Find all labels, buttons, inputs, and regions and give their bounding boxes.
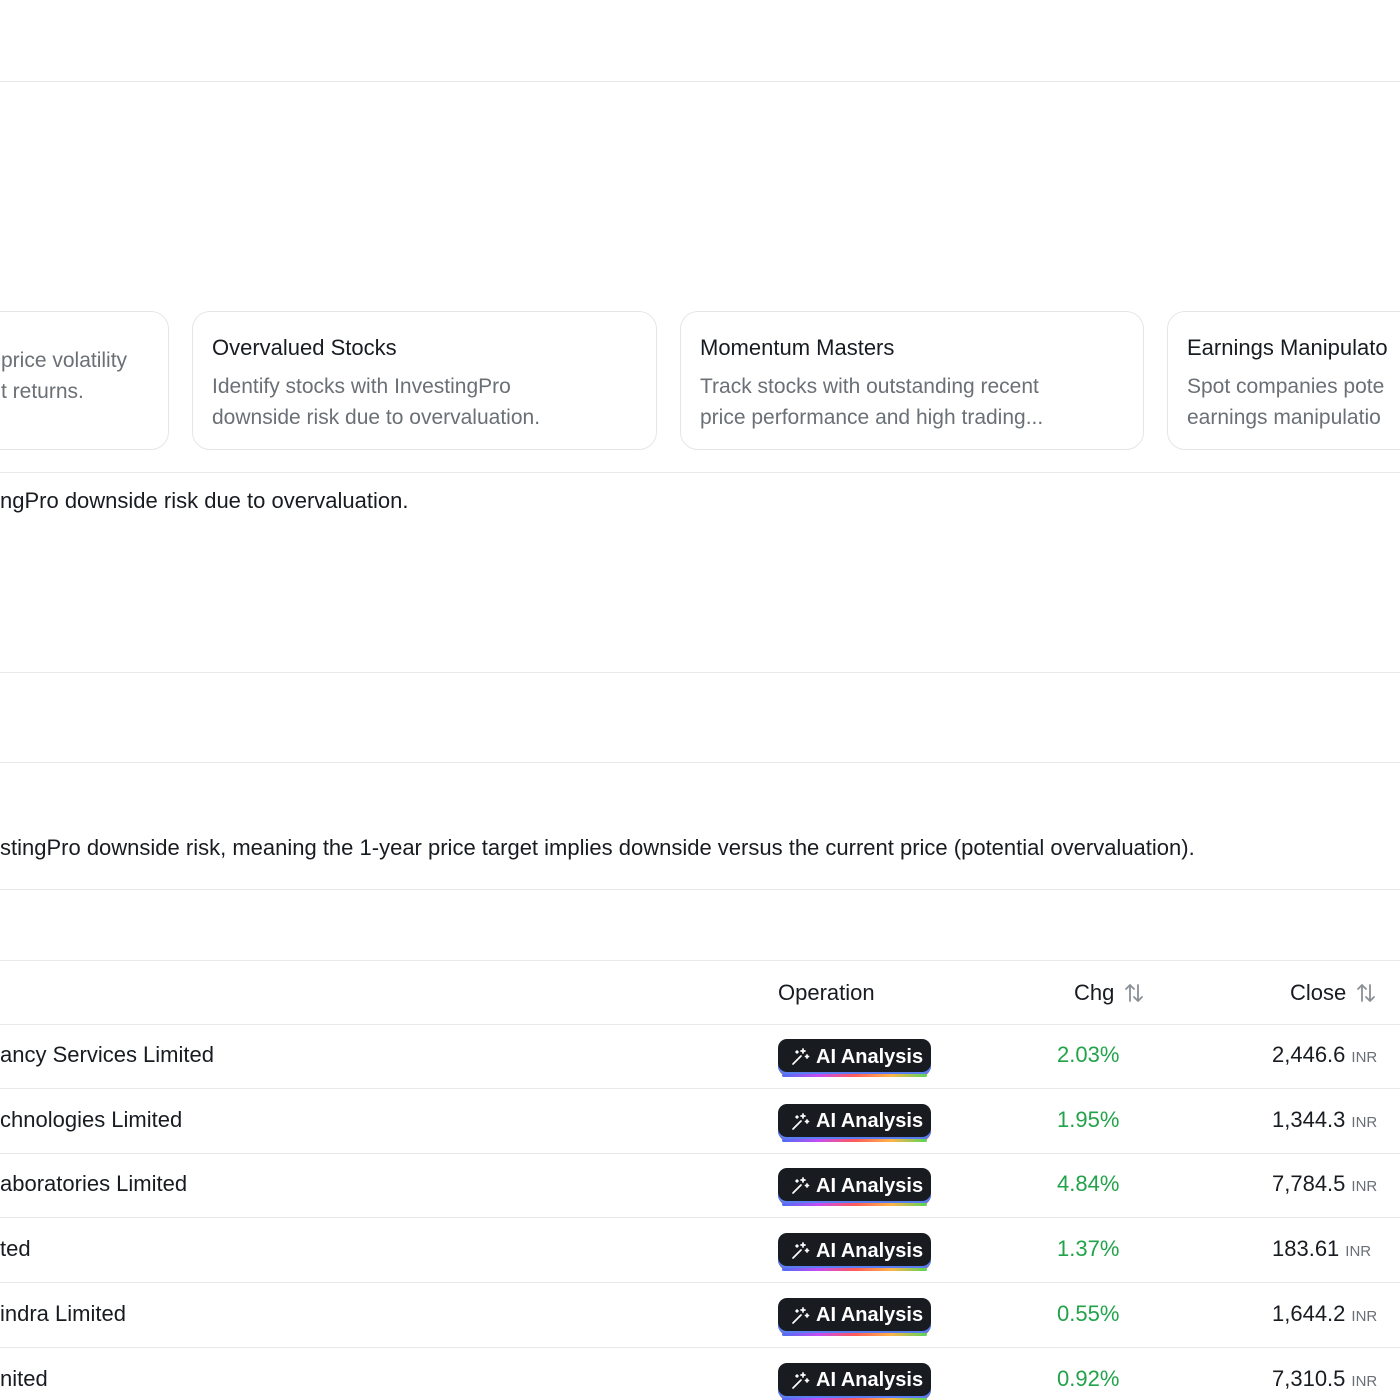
section-divider [0, 762, 1400, 763]
ai-analysis-button[interactable]: AI Analysis [778, 1103, 931, 1142]
close-price: 7,310.5 INR [1272, 1366, 1377, 1392]
close-price: 183.61 INR [1272, 1236, 1371, 1262]
card-description: Identify stocks with InvestingPro downsi… [212, 375, 541, 429]
sparkle-icon [792, 1306, 810, 1324]
table-top-border [0, 960, 1400, 961]
close-price: 1,644.2 INR [1272, 1301, 1377, 1327]
currency-label: INR [1351, 1307, 1378, 1325]
company-name[interactable]: nited [0, 1366, 48, 1392]
currency-label: INR [1351, 1178, 1378, 1196]
ai-analysis-label: AI Analysis [816, 1239, 924, 1262]
ai-analysis-label: AI Analysis [816, 1304, 924, 1327]
header-divider [0, 81, 1400, 82]
company-name[interactable]: aboratories Limited [0, 1171, 187, 1197]
close-value: 1,644.2 [1272, 1300, 1346, 1326]
close-price: 1,344.3 INR [1272, 1107, 1377, 1133]
ai-analysis-button[interactable]: AI Analysis [778, 1168, 931, 1207]
close-price: 7,784.5 INR [1272, 1171, 1377, 1197]
close-value: 7,784.5 [1272, 1171, 1346, 1197]
screener-short-description: ngPro downside risk due to overvaluation… [0, 488, 409, 513]
card-title: Overvalued Stocks [212, 335, 397, 360]
sparkle-icon [792, 1112, 810, 1130]
ai-analysis-button[interactable]: AI Analysis [778, 1039, 931, 1077]
currency-label: INR [1351, 1372, 1378, 1390]
sort-icon[interactable] [1356, 982, 1376, 1004]
currency-label: INR [1345, 1243, 1372, 1261]
change-percent: 0.92% [1057, 1365, 1120, 1391]
close-value: 183.61 [1272, 1236, 1340, 1262]
company-name[interactable]: ancy Services Limited [0, 1042, 214, 1068]
card-description: Spot companies pote earnings manipulatio [1187, 375, 1385, 429]
ai-analysis-label: AI Analysis [816, 1369, 924, 1391]
screener-card-overvalued-stocks[interactable]: Overvalued Stocks Identify stocks with I… [192, 311, 657, 450]
change-percent: 2.03% [1057, 1042, 1120, 1067]
sparkle-icon [792, 1177, 810, 1195]
screener-long-description: stingPro downside risk, meaning the 1-ye… [0, 835, 1195, 860]
table-row[interactable]: aboratories Limited AI Analysis 4.84% 7,784… [0, 1154, 1400, 1219]
sort-icon[interactable] [1124, 982, 1144, 1004]
company-name[interactable]: chnologies Limited [0, 1107, 182, 1133]
cards-divider [0, 472, 1400, 473]
company-name[interactable]: indra Limited [0, 1301, 126, 1327]
table-row[interactable]: indra Limited AI Analysis 0.55% 1,644.2 INR [0, 1284, 1400, 1348]
ai-analysis-label: AI Analysis [816, 1174, 924, 1197]
table-row[interactable]: chnologies Limited AI Analysis 1.95% 1,344.… [0, 1090, 1400, 1154]
sparkle-icon [792, 1242, 810, 1259]
change-percent: 0.55% [1057, 1300, 1120, 1326]
card-title: Earnings Manipulato [1187, 335, 1388, 360]
close-value: 1,344.3 [1272, 1106, 1346, 1132]
screener-card-volatility[interactable]: price volatility t returns. [0, 311, 169, 450]
change-percent: 1.95% [1057, 1106, 1120, 1132]
change-percent: 4.84% [1057, 1171, 1120, 1197]
sparkle-icon [792, 1371, 810, 1389]
close-value: 7,310.5 [1272, 1365, 1346, 1391]
section-divider [0, 672, 1400, 673]
column-header-close[interactable]: Close [1290, 978, 1376, 1008]
ai-analysis-button[interactable]: AI Analysis [778, 1297, 931, 1336]
table-row[interactable]: nited AI Analysis 0.92% 7,310.5 INR [0, 1349, 1400, 1400]
ai-analysis-button[interactable]: AI Analysis [778, 1362, 931, 1400]
screener-card-momentum-masters[interactable]: Momentum Masters Track stocks with outst… [680, 311, 1144, 450]
card-title: Momentum Masters [700, 335, 895, 360]
section-divider [0, 889, 1400, 890]
currency-label: INR [1351, 1049, 1378, 1066]
ai-analysis-button[interactable]: AI Analysis [778, 1233, 931, 1272]
column-header-chg[interactable]: Chg [1074, 978, 1144, 1008]
card-description: price volatility t returns. [1, 349, 128, 403]
table-row[interactable]: ancy Services Limited AI Analysis 2.03% 2,4… [0, 1025, 1400, 1089]
close-price: 2,446.6 INR [1272, 1042, 1377, 1068]
change-percent: 1.37% [1057, 1236, 1120, 1262]
company-name[interactable]: ted [0, 1236, 31, 1262]
currency-label: INR [1351, 1113, 1378, 1131]
ai-analysis-label: AI Analysis [816, 1110, 924, 1133]
ai-analysis-label: AI Analysis [816, 1045, 924, 1068]
column-header-operation: Operation [778, 980, 875, 1005]
screener-card-earnings-manipulators[interactable]: Earnings Manipulato Spot companies pote … [1167, 311, 1400, 450]
table-row[interactable]: ted AI Analysis 1.37% 183.61 INR [0, 1219, 1400, 1284]
card-description: Track stocks with outstanding recent pri… [700, 375, 1044, 429]
close-value: 2,446.6 [1272, 1042, 1346, 1067]
sparkle-icon [792, 1048, 810, 1065]
